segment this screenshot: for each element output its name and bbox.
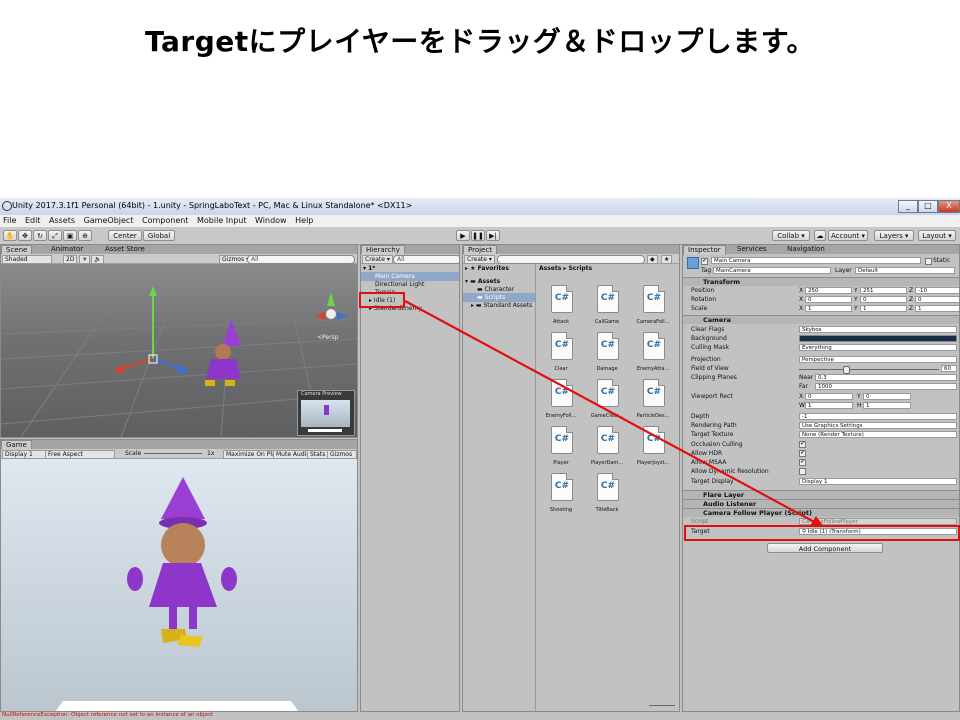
drag-arrow [404, 300, 824, 527]
page-heading: Targetにプレイヤーをドラッグ＆ドロップします。 [145, 25, 815, 58]
unity-window: Unity 2017.3.1f1 Personal (64bit) - 1.un… [0, 198, 960, 720]
